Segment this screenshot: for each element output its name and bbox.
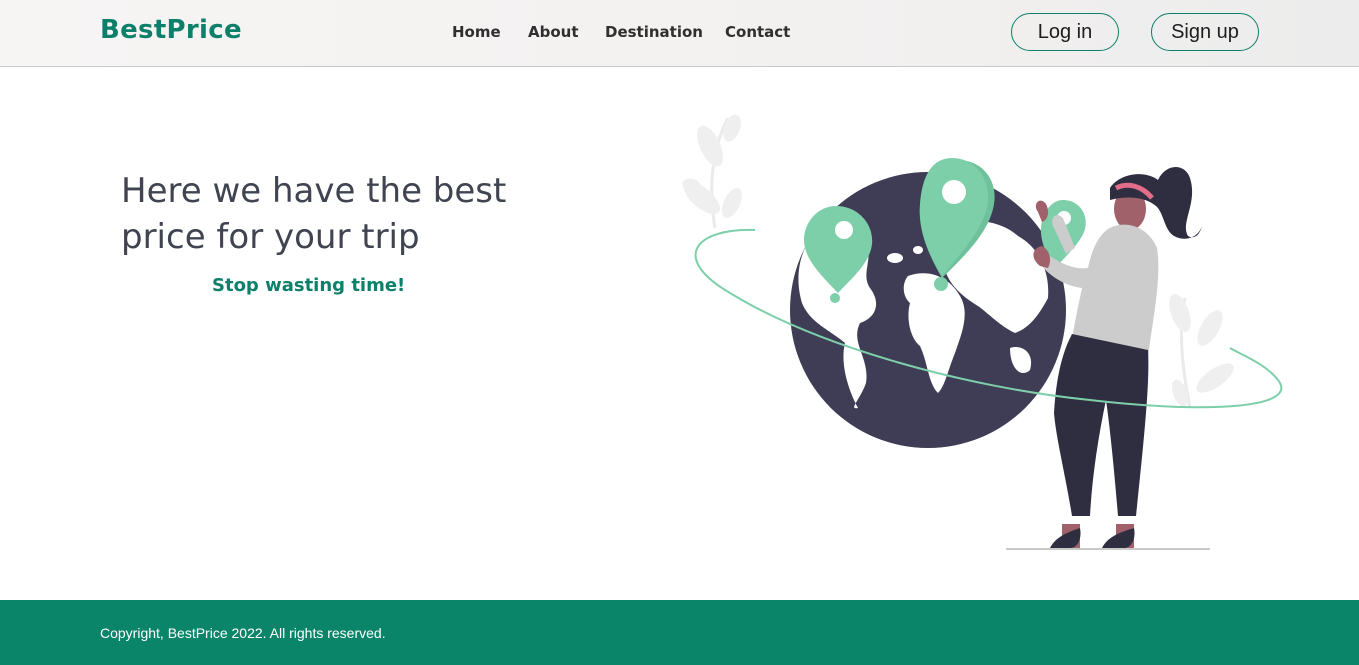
orbit-back	[694, 228, 756, 294]
traveler-globe-illustration	[682, 114, 1283, 550]
traveler-woman	[1033, 166, 1202, 548]
leaf-decoration-left	[682, 114, 742, 229]
leaf-decoration-right	[1169, 293, 1234, 409]
signup-button[interactable]: Sign up	[1151, 13, 1259, 51]
nav-about-link[interactable]: About	[528, 23, 579, 41]
copyright-text: Copyright, BestPrice 2022. All rights re…	[100, 625, 386, 641]
nav-destination-link[interactable]: Destination	[605, 23, 703, 41]
brand-logo[interactable]: BestPrice	[100, 15, 242, 45]
site-footer: Copyright, BestPrice 2022. All rights re…	[0, 600, 1359, 665]
hero-subtitle: Stop wasting time!	[212, 275, 406, 296]
nav-contact-link[interactable]: Contact	[725, 23, 790, 41]
site-header: BestPrice Home About Destination Contact…	[0, 0, 1359, 67]
nav-home-link[interactable]: Home	[452, 23, 501, 41]
hero-title: Here we have the best price for your tri…	[121, 171, 507, 257]
login-button[interactable]: Log in	[1011, 13, 1119, 51]
